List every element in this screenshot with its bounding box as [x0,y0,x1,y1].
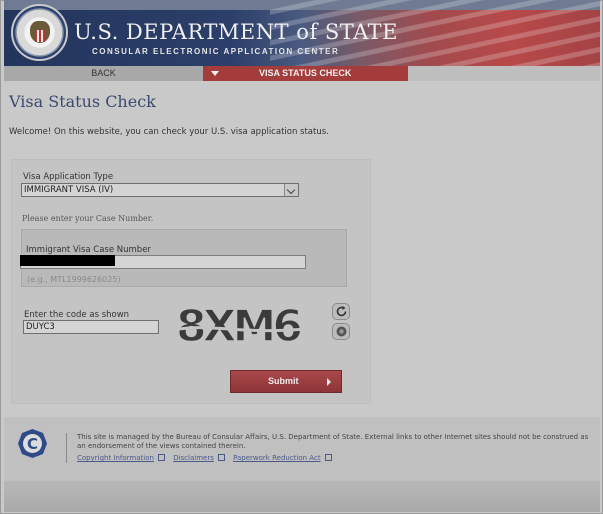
nav-filler [408,66,600,81]
submit-button[interactable]: Submit [230,370,342,393]
copyright-link[interactable]: Copyright Information [77,454,154,462]
external-link-icon [324,454,332,461]
redaction-bar [20,255,115,266]
case-prompt: Please enter your Case Number. [22,214,154,223]
paperwork-reduction-link[interactable]: Paperwork Reduction Act [233,454,320,462]
visa-type-select[interactable]: IMMIGRANT VISA (IV) [21,183,299,197]
disclaimers-link[interactable]: Disclaimers [173,454,214,462]
page-title: Visa Status Check [9,92,156,111]
shield-icon [35,30,45,42]
tab-label: VISA STATUS CHECK [259,68,352,78]
svg-text:C: C [27,435,38,453]
captcha-code-input[interactable]: DUYC3 [23,320,159,334]
external-link-icon [157,454,165,461]
footer-links: Copyright Information Disclaimers Paperw… [77,453,338,462]
arrow-right-icon [327,378,331,386]
case-number-hint: (e.g., MTL1999626025) [27,275,121,284]
tab-visa-status-check[interactable]: VISA STATUS CHECK [203,66,408,81]
visa-type-value: IMMIGRANT VISA (IV) [24,185,114,195]
welcome-text: Welcome! On this website, you can check … [9,127,329,137]
site-header: U.S. DEPARTMENT of STATE CONSULAR ELECTR… [4,0,600,66]
external-link-icon [217,454,225,461]
refresh-icon [336,306,347,317]
back-button[interactable]: BACK [4,66,203,81]
code-label: Enter the code as shown [24,310,130,320]
chevron-down-icon[interactable] [284,184,298,196]
department-seal-icon [11,4,68,61]
nav-bar: BACK VISA STATUS CHECK [4,66,600,81]
footer-bottom-band [4,481,600,512]
site-subtitle: CONSULAR ELECTRONIC APPLICATION CENTER [92,47,340,56]
site-title: U.S. DEPARTMENT of STATE [74,20,398,44]
captcha-text: 8XM6 [176,301,301,346]
footer-divider [66,433,67,463]
case-number-label: Immigrant Visa Case Number [26,245,151,255]
caret-down-icon [211,71,219,76]
refresh-captcha-button[interactable] [332,303,350,320]
submit-label: Submit [268,376,299,386]
footer-text: This site is managed by the Bureau of Co… [77,433,589,450]
app-type-label: Visa Application Type [23,172,114,182]
captcha-image: 8XM6 [172,300,330,346]
audio-captcha-button[interactable] [332,323,350,340]
consular-affairs-logo-icon: C [18,429,47,458]
speaker-icon [336,326,347,337]
